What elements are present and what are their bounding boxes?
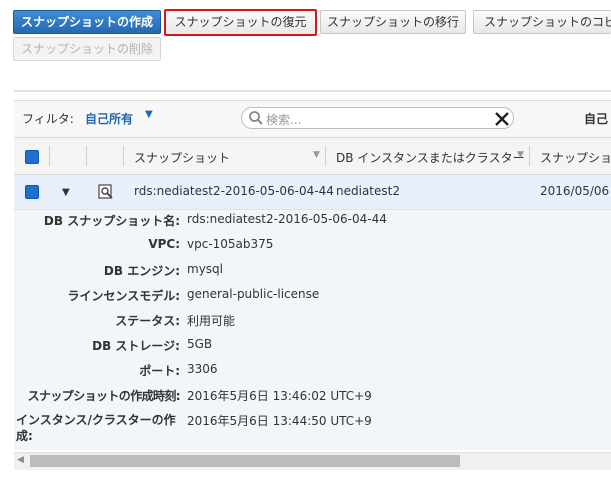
detail-label-db-storage: DB ストレージ: — [92, 339, 180, 353]
detail-value-status: 利用可能 — [187, 314, 236, 328]
restore-snapshot-button[interactable]: スナップショットの復元 — [164, 9, 317, 36]
column-header-snapshot[interactable]: スナップショット — [134, 149, 230, 166]
search-icon — [248, 110, 264, 129]
filter-label: フィルタ: — [22, 112, 74, 126]
search-placeholder: 検索... — [266, 113, 302, 127]
detail-value-db-engine: mysql — [187, 262, 223, 276]
detail-label-db-engine: DB エンジン: — [103, 264, 180, 278]
expand-caret-icon[interactable]: ▼ — [62, 187, 70, 198]
search-input[interactable]: 検索... — [241, 107, 514, 129]
detail-label-snapshot-name: DB スナップショット名: — [43, 214, 180, 228]
detail-label-license-model: ラインセンスモデル: — [67, 289, 180, 303]
toolbar-divider — [14, 90, 611, 92]
column-divider — [325, 146, 326, 166]
sort-icon[interactable]: ▼ — [517, 150, 524, 160]
filter-dropdown[interactable]: 自己所有 — [85, 110, 133, 127]
row-created-time: 2016/05/06 1 — [540, 184, 611, 198]
detail-value-instance-created: 2016年5月6日 13:44:50 UTC+9 — [187, 414, 372, 428]
column-divider — [529, 146, 530, 166]
copy-snapshot-button[interactable]: スナップショットのコピー — [473, 10, 611, 34]
chevron-down-icon[interactable]: ▼ — [145, 109, 153, 120]
row-snapshot-name: rds:nediatest2-2016-05-06-04-44 — [134, 184, 334, 198]
filter-right-label: 自己 — [584, 112, 609, 126]
detail-label-port: ポート: — [139, 364, 180, 378]
detail-value-snapshot-name: rds:nediatest2-2016-05-06-04-44 — [187, 212, 387, 226]
column-divider — [49, 146, 50, 166]
detail-value-vpc: vpc-105ab375 — [187, 237, 274, 251]
scrollbar-thumb[interactable] — [30, 455, 460, 467]
sort-icon[interactable]: ▼ — [313, 150, 320, 160]
row-instance-name: nediatest2 — [336, 184, 400, 198]
detail-value-snapshot-created: 2016年5月6日 13:46:02 UTC+9 — [187, 389, 372, 403]
column-divider — [86, 146, 87, 166]
detail-label-snapshot-created: スナップショットの作成時刻: — [27, 389, 181, 403]
delete-snapshot-button: スナップショットの削除 — [13, 37, 161, 61]
scroll-left-arrow-icon[interactable]: ◀ — [17, 455, 24, 465]
detail-label-status: ステータス: — [115, 314, 180, 328]
detail-label-instance-created: インスタンス/クラスターの作成: — [16, 413, 176, 443]
create-snapshot-button[interactable]: スナップショットの作成 — [13, 10, 161, 34]
detail-label-vpc: VPC: — [148, 237, 180, 251]
row-checkbox[interactable] — [25, 185, 39, 199]
detail-value-port: 3306 — [187, 362, 218, 376]
detail-value-db-storage: 5GB — [187, 337, 213, 351]
column-divider — [123, 146, 124, 166]
detail-value-license-model: general-public-license — [187, 287, 320, 301]
select-all-checkbox[interactable] — [25, 150, 39, 164]
clear-icon[interactable] — [494, 109, 510, 130]
column-header-created[interactable]: スナップショ — [540, 149, 611, 166]
migrate-snapshot-button[interactable]: スナップショットの移行 — [320, 10, 466, 34]
details-icon[interactable] — [98, 184, 114, 203]
column-header-instance[interactable]: DB インスタンスまたはクラスター — [336, 149, 525, 166]
